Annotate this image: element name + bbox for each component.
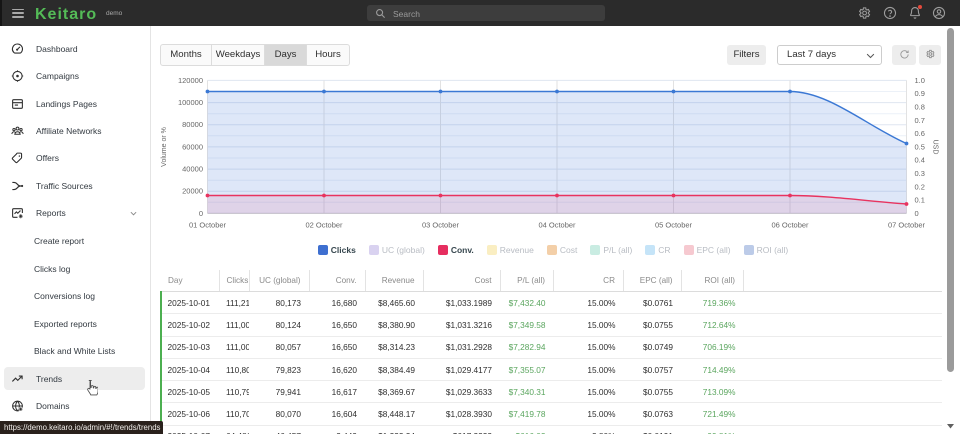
svg-text:Volume or %: Volume or %	[161, 127, 168, 167]
svg-text:0.4: 0.4	[915, 156, 925, 165]
svg-text:0: 0	[199, 209, 203, 218]
svg-text:0.2: 0.2	[915, 182, 925, 191]
svg-text:0.3: 0.3	[915, 169, 925, 178]
svg-text:0.6: 0.6	[915, 129, 925, 138]
svg-text:USD: USD	[932, 140, 939, 155]
svg-text:120000: 120000	[178, 76, 203, 85]
svg-text:1.0: 1.0	[915, 76, 925, 85]
svg-text:0.7: 0.7	[915, 116, 925, 125]
svg-text:0: 0	[915, 209, 919, 218]
svg-text:80000: 80000	[182, 120, 203, 129]
svg-text:0.1: 0.1	[915, 196, 925, 205]
svg-text:04 October: 04 October	[538, 221, 576, 230]
svg-text:0.5: 0.5	[915, 142, 925, 151]
svg-text:60000: 60000	[182, 142, 203, 151]
svg-text:07 October: 07 October	[888, 221, 926, 230]
svg-text:40000: 40000	[182, 165, 203, 174]
svg-text:01 October: 01 October	[189, 221, 227, 230]
svg-text:0.9: 0.9	[915, 89, 925, 98]
svg-text:0.8: 0.8	[915, 103, 925, 112]
svg-text:06 October: 06 October	[771, 221, 809, 230]
svg-text:03 October: 03 October	[422, 221, 460, 230]
svg-text:100000: 100000	[178, 98, 203, 107]
svg-text:05 October: 05 October	[655, 221, 693, 230]
svg-text:20000: 20000	[182, 187, 203, 196]
svg-text:02 October: 02 October	[305, 221, 343, 230]
